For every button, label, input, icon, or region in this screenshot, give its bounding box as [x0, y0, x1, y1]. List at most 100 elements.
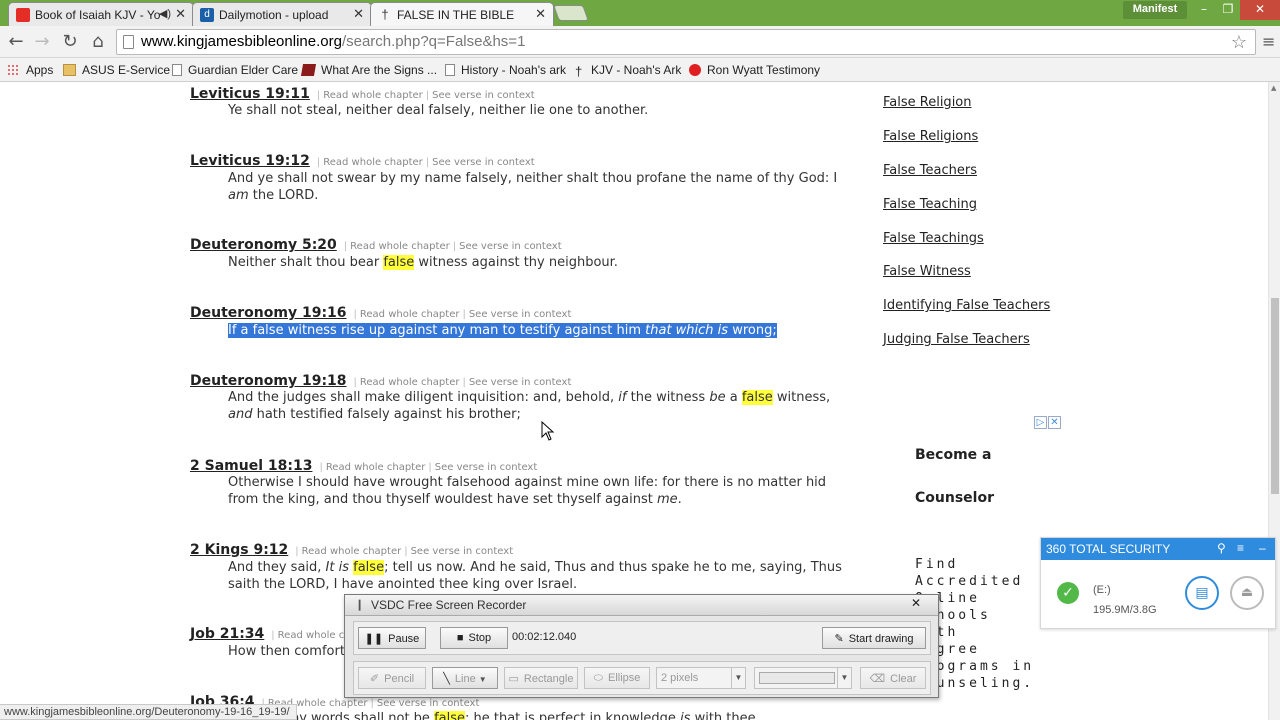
adchoices-icon[interactable]: ▷ ✕ — [1033, 416, 1061, 430]
separator: | — [404, 546, 408, 557]
verse-reference[interactable]: Deuteronomy 19:18 | Read whole chapter | See… — [190, 373, 571, 389]
restore-icon[interactable]: ❐ — [1216, 0, 1240, 20]
menu-icon[interactable]: ≡ — [1262, 32, 1275, 51]
window-close-icon[interactable]: ✕ — [1240, 0, 1280, 20]
bookmark-history-noahs-ark[interactable]: History - Noah's ark — [445, 63, 566, 77]
verse-reference[interactable]: Leviticus 19:11 | Read whole chapter | See v… — [190, 86, 535, 102]
minimize-icon[interactable]: – — [1192, 0, 1216, 20]
sidebar-link-false-teachers[interactable]: False Teachers — [883, 163, 977, 178]
pause-label: Pause — [388, 633, 420, 645]
tab-false-in-the-bible[interactable]: † FALSE IN THE BIBLE ✕ — [370, 2, 554, 26]
see-verse-in-context-link[interactable]: See verse in context — [432, 90, 535, 101]
read-whole-chapter-link[interactable]: Read whole chapter — [323, 90, 423, 101]
bookmark-guardian-elder-care[interactable]: Guardian Elder Care — [172, 63, 298, 77]
verse-reference[interactable]: Deuteronomy 19:16 | Read whole chapter | See… — [190, 305, 571, 321]
thickness-value: 2 pixels — [661, 672, 699, 684]
search-icon[interactable]: ⚲ — [1217, 541, 1226, 555]
menu-icon[interactable]: ≡ — [1237, 541, 1244, 555]
separator: | — [425, 90, 430, 101]
verse-reference[interactable]: 2 Kings 9:12 | Read whole chapter | See vers… — [190, 542, 513, 558]
search-highlight: false — [434, 711, 465, 720]
scroll-up-icon[interactable]: ▲ — [1271, 84, 1276, 92]
sidebar-link-false-religions[interactable]: False Religions — [883, 129, 978, 144]
read-whole-chapter-link[interactable]: Read whole chapter — [326, 462, 426, 473]
verse-text-run: And ye shall not swear by my name falsel… — [228, 171, 838, 186]
pencil-button[interactable]: ✐ Pencil — [358, 667, 426, 689]
tab-youtube[interactable]: Book of Isaiah KJV - Yo ◀) ✕ — [8, 2, 194, 26]
separator: | — [452, 241, 457, 252]
tab-title: FALSE IN THE BIBLE — [397, 8, 515, 22]
sidebar-link-false-teachings[interactable]: False Teachings — [883, 231, 984, 246]
bookmark-asus-e-service[interactable]: ASUS E-Service — [63, 63, 170, 77]
bookmark-ron-wyatt-testimony[interactable]: Ron Wyatt Testimony — [689, 63, 820, 77]
see-verse-in-context-link[interactable]: See verse in context — [469, 309, 572, 320]
address-bar[interactable]: www.kingjamesbibleonline.org/search.php?… — [116, 29, 1256, 55]
see-verse-in-context-link[interactable]: See verse in context — [432, 157, 535, 168]
read-whole-chapter-link[interactable]: Read whole chapter — [350, 241, 450, 252]
bookmark-label: Apps — [26, 63, 54, 77]
eject-icon[interactable]: ⏏ — [1230, 576, 1264, 610]
verse-reference[interactable]: Leviticus 19:12 | Read whole chapter | See v… — [190, 153, 535, 169]
sidebar-link-judging-false-teachers[interactable]: Judging False Teachers — [883, 332, 1030, 347]
sidebar-link-false-witness[interactable]: False Witness — [883, 264, 971, 279]
see-verse-in-context-link[interactable]: See verse in context — [469, 377, 572, 388]
ad-title[interactable]: Counselor — [915, 490, 994, 506]
status-bar-url: www.kingjamesbibleonline.org/Deuteronomy… — [0, 704, 297, 720]
recorder-titlebar[interactable]: ❙ VSDC Free Screen Recorder ✕ — [345, 595, 938, 616]
read-whole-chapter-link[interactable]: Read whole chapter — [302, 546, 402, 557]
forward-icon[interactable]: → — [30, 30, 54, 54]
close-icon[interactable]: ✕ — [902, 596, 930, 612]
scrollbar-thumb[interactable] — [1271, 298, 1279, 494]
separator: | — [343, 241, 348, 252]
sidebar-link-identifying-false-teachers[interactable]: Identifying False Teachers — [883, 298, 1050, 313]
see-verse-in-context-link[interactable]: See verse in context — [459, 241, 562, 252]
sidebar-link-false-teaching[interactable]: False Teaching — [883, 197, 977, 212]
clear-button[interactable]: ⌫ Clear — [860, 667, 926, 689]
bookmark-what-are-the-signs[interactable]: What Are the Signs ... — [300, 63, 437, 77]
tab-dailymotion[interactable]: d Dailymotion - upload ✕ — [192, 2, 372, 26]
color-select[interactable]: ▼ — [754, 667, 852, 689]
speaker-icon[interactable]: ◀) — [159, 7, 171, 20]
home-icon[interactable]: ⌂ — [86, 30, 110, 54]
close-icon[interactable]: ✕ — [175, 6, 186, 22]
ellipse-button[interactable]: ⬭ Ellipse — [584, 667, 650, 689]
new-tab-button[interactable] — [553, 5, 589, 21]
pause-button[interactable]: ❚❚ Pause — [358, 627, 426, 649]
bookmark-star-icon[interactable]: ☆ — [1231, 32, 1247, 53]
verse-text-run: witness, — [772, 390, 831, 405]
minimize-icon[interactable]: – — [1259, 541, 1266, 555]
profile-button[interactable]: Manifest — [1123, 1, 1187, 19]
separator: | — [428, 462, 432, 473]
youtube-icon — [16, 8, 30, 22]
close-icon[interactable]: ✕ — [535, 6, 546, 22]
start-drawing-button[interactable]: ✎ Start drawing — [822, 627, 926, 649]
bookmark-kjv-noahs-ark[interactable]: † KJV - Noah's Ark — [575, 63, 681, 78]
verse-text-selected: If a false witness rise up against any m… — [228, 322, 858, 339]
line-tool-dropdown[interactable]: ╲ Line ▼ — [432, 667, 498, 689]
thickness-select[interactable]: 2 pixels ▼ — [656, 667, 746, 689]
apps-grid-icon — [7, 64, 20, 76]
verse-ref-text: Deuteronomy 19:18 — [190, 373, 347, 389]
see-verse-in-context-link[interactable]: See verse in context — [377, 698, 480, 709]
stop-button[interactable]: ■ Stop — [440, 627, 508, 649]
verse-reference[interactable]: 2 Samuel 18:13 | Read whole chapter | See ve… — [190, 458, 537, 474]
close-icon[interactable]: ✕ — [353, 6, 364, 22]
page-icon — [445, 64, 455, 76]
verse-reference[interactable]: Deuteronomy 5:20 | Read whole chapter | See … — [190, 237, 562, 253]
sidebar-link-false-religion[interactable]: False Religion — [883, 95, 972, 110]
see-verse-in-context-link[interactable]: See verse in context — [411, 546, 514, 557]
verse-italic: is — [680, 711, 691, 720]
rectangle-button[interactable]: ▭ Rectangle — [504, 667, 578, 689]
verse-text-run: the LORD. — [248, 188, 319, 203]
cross-icon: † — [575, 64, 583, 79]
verse-ref-text: Deuteronomy 19:16 — [190, 305, 347, 321]
read-whole-chapter-link[interactable]: Read whole chapter — [360, 309, 460, 320]
read-whole-chapter-link[interactable]: Read whole chapter — [323, 157, 423, 168]
open-folder-icon[interactable]: ▤ — [1185, 576, 1219, 610]
ad-title[interactable]: Become a — [915, 447, 992, 463]
back-icon[interactable]: ← — [4, 30, 28, 54]
reload-icon[interactable]: ↻ — [58, 30, 82, 54]
bookmark-apps[interactable]: Apps — [7, 63, 53, 77]
read-whole-chapter-link[interactable]: Read whole chapter — [360, 377, 460, 388]
see-verse-in-context-link[interactable]: See verse in context — [435, 462, 538, 473]
